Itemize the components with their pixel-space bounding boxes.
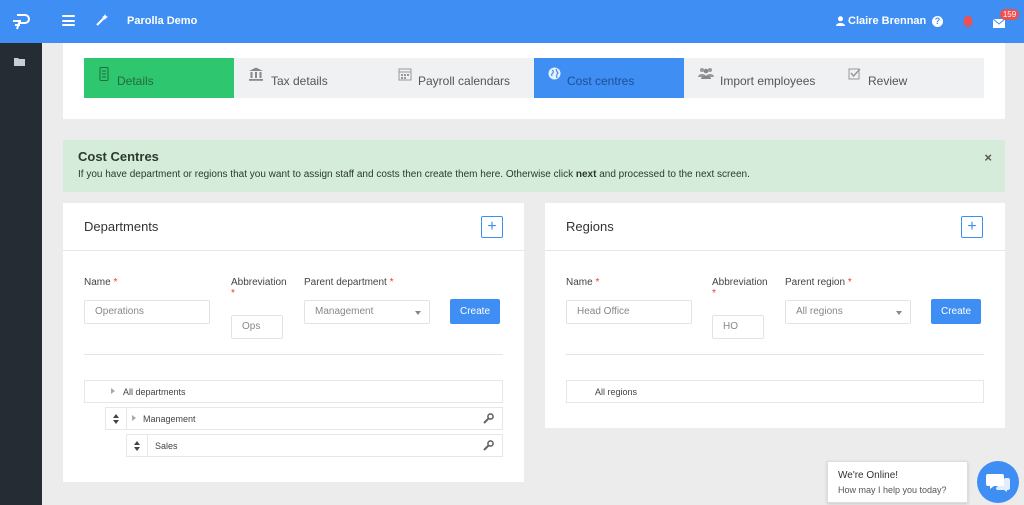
sidebar (0, 43, 42, 505)
bell-icon[interactable] (962, 15, 974, 28)
wrench-icon[interactable] (483, 413, 494, 424)
globe-icon (548, 67, 561, 80)
name-label: Name * (84, 277, 117, 288)
create-department-button[interactable]: Create (450, 299, 500, 324)
abbreviation-label: Abbreviation * (712, 277, 768, 299)
alert-text-part: and processed to the next screen. (596, 169, 750, 180)
tree-label: All departments (123, 387, 186, 397)
label-text: Name (84, 277, 111, 288)
label-text: Abbreviation (231, 277, 287, 288)
chat-launcher-button[interactable] (977, 461, 1019, 503)
required-mark: * (231, 288, 235, 299)
chat-title: We're Online! (838, 470, 899, 481)
step-details[interactable]: Details (84, 58, 234, 98)
wizard-card: Details Tax details Payroll calendars Co… (63, 43, 1005, 119)
step-tax-details[interactable]: Tax details (234, 58, 384, 98)
department-name-input[interactable]: Operations (84, 300, 210, 324)
alert-text-part: If you have department or regions that y… (78, 169, 576, 180)
wrench-icon[interactable] (483, 440, 494, 451)
parent-department-label: Parent department * (304, 277, 394, 288)
chat-prompt[interactable]: We're Online! How may I help you today? (827, 461, 968, 503)
required-mark: * (847, 277, 852, 288)
close-icon[interactable]: × (984, 150, 992, 165)
caret-right-icon (111, 388, 115, 394)
info-alert: Cost Centres If you have department or r… (63, 140, 1005, 192)
chevron-down-icon (415, 311, 421, 315)
parent-region-label: Parent region * (785, 277, 852, 288)
divider (84, 354, 503, 355)
alert-text: If you have department or regions that y… (78, 169, 750, 180)
select-value: Management (315, 306, 374, 317)
add-region-button[interactable]: + (961, 216, 983, 238)
region-abbreviation-input[interactable]: HO (712, 315, 764, 339)
magic-wand-icon[interactable] (95, 13, 109, 27)
caret-right-icon (132, 415, 136, 421)
tree-label: All regions (595, 387, 638, 397)
step-label: Review (868, 74, 908, 88)
step-import-employees[interactable]: Import employees (684, 58, 834, 98)
drag-handle-icon[interactable] (105, 407, 127, 430)
tree-node-management[interactable]: Management (126, 407, 503, 430)
step-cost-centres[interactable]: Cost centres (534, 58, 684, 98)
panel-title: Regions (566, 219, 614, 234)
add-department-button[interactable]: + (481, 216, 503, 238)
label-text: Parent region (785, 277, 846, 288)
user-menu[interactable]: Claire Brennan (836, 15, 926, 27)
region-name-input[interactable]: Head Office (566, 300, 692, 324)
notification-badge: 159 (1000, 9, 1019, 20)
label-text: Abbreviation (712, 277, 768, 288)
label-text: Parent department (304, 277, 387, 288)
divider (566, 354, 984, 355)
department-abbreviation-input[interactable]: Ops (231, 315, 283, 339)
regions-panel: Regions + Name * Head Office Abbreviatio… (545, 203, 1005, 428)
tree-node-all-regions[interactable]: All regions (566, 380, 984, 403)
tree-label: Sales (155, 441, 178, 451)
folder-icon[interactable] (14, 55, 25, 66)
bank-icon (248, 67, 263, 81)
chat-subtitle: How may I help you today? (838, 485, 947, 495)
menu-icon[interactable] (62, 15, 75, 26)
tree-node-sales[interactable]: Sales (147, 434, 503, 457)
alert-title: Cost Centres (78, 149, 159, 164)
select-value: All regions (796, 306, 843, 317)
step-label: Tax details (271, 74, 328, 88)
app-title: Parolla Demo (127, 15, 198, 27)
checkbox-icon (848, 67, 861, 80)
parent-region-select[interactable]: All regions (785, 300, 911, 324)
step-label: Cost centres (567, 74, 635, 88)
panel-header: Regions + (545, 203, 1005, 251)
calendar-icon (398, 67, 412, 81)
parent-department-select[interactable]: Management (304, 300, 430, 324)
required-mark: * (389, 277, 394, 288)
step-review[interactable]: Review (834, 58, 984, 98)
abbreviation-label: Abbreviation * (231, 277, 287, 299)
tree-node-all-departments[interactable]: All departments (84, 380, 503, 403)
user-name: Claire Brennan (848, 15, 927, 27)
step-payroll-calendars[interactable]: Payroll calendars (384, 58, 534, 98)
wizard-steps: Details Tax details Payroll calendars Co… (84, 58, 984, 98)
step-label: Import employees (720, 74, 816, 88)
drag-handle-icon[interactable] (126, 434, 148, 457)
required-mark: * (113, 277, 118, 288)
alert-text-bold: next (575, 169, 597, 180)
step-label: Payroll calendars (418, 74, 511, 88)
top-bar: Parolla Demo Claire Brennan ? 159 (0, 0, 1024, 43)
parolla-logo-icon[interactable] (0, 0, 42, 43)
required-mark: * (712, 288, 716, 299)
create-region-button[interactable]: Create (931, 299, 981, 324)
panel-header: Departments + (63, 203, 524, 251)
chat-bubble-icon (986, 474, 1010, 492)
tree-label: Management (143, 414, 196, 424)
help-icon[interactable]: ? (932, 16, 943, 27)
name-label: Name * (566, 277, 599, 288)
panel-title: Departments (84, 219, 159, 234)
users-icon (698, 67, 714, 80)
departments-panel: Departments + Name * Operations Abbrevia… (63, 203, 524, 482)
label-text: Name (566, 277, 593, 288)
step-label: Details (117, 74, 154, 88)
required-mark: * (595, 277, 600, 288)
chevron-down-icon (896, 311, 902, 315)
user-icon (836, 16, 845, 26)
phone-icon (98, 67, 111, 81)
